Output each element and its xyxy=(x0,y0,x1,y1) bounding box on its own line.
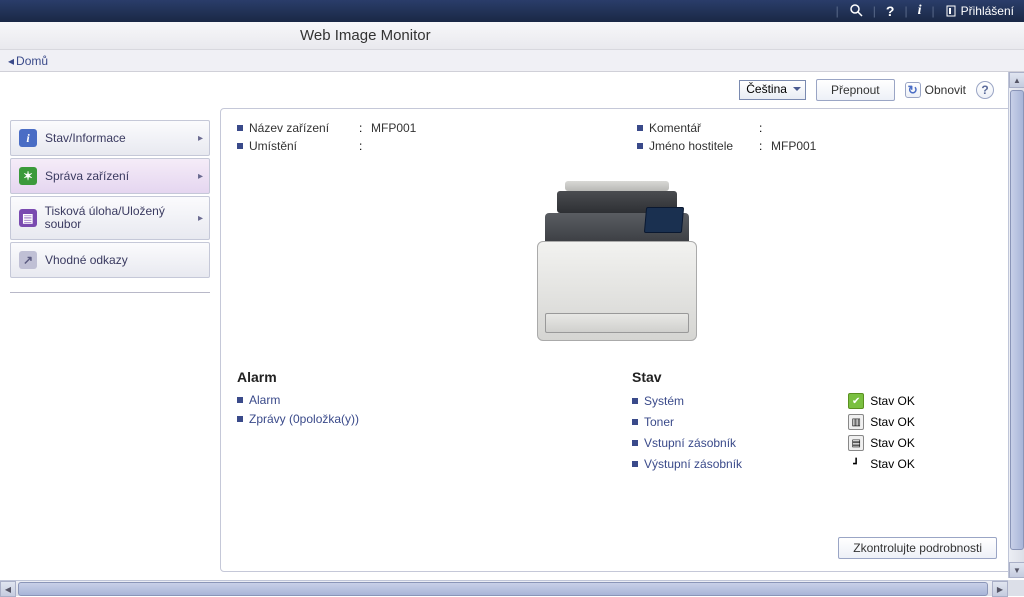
login-label: Přihlášení xyxy=(961,4,1014,18)
device-name-label: Název zařízení xyxy=(249,121,359,135)
output-tray-icon: ┛ xyxy=(848,456,864,472)
gear-icon: ✶ xyxy=(19,167,37,185)
status-ok-icon: ✔ xyxy=(848,393,864,409)
bullet-icon xyxy=(637,125,643,131)
chevron-right-icon: ▸ xyxy=(198,213,203,224)
bullet-icon xyxy=(237,125,243,131)
sidebar-item-links[interactable]: ↗ Vhodné odkazy xyxy=(10,242,210,278)
search-icon[interactable] xyxy=(845,1,867,22)
info-row-location: Umístění : xyxy=(237,139,597,153)
status-system-link[interactable]: Systém xyxy=(644,394,684,408)
comment-label: Komentář xyxy=(649,121,759,135)
scrollbar-thumb[interactable] xyxy=(18,582,988,596)
alarm-link[interactable]: Alarm xyxy=(249,393,280,407)
content-panel: Název zařízení : MFP001 Umístění : Komen… xyxy=(220,108,1014,572)
scrollbar-corner xyxy=(1008,580,1024,596)
scroll-down-icon[interactable]: ▼ xyxy=(1009,562,1024,578)
info-icon: i xyxy=(19,129,37,147)
device-name-value: MFP001 xyxy=(371,121,416,135)
input-tray-icon: ▤ xyxy=(848,435,864,451)
messages-link[interactable]: Zprávy (0položka(y)) xyxy=(249,412,359,426)
info-row-device-name: Název zařízení : MFP001 xyxy=(237,121,597,135)
hostname-value: MFP001 xyxy=(771,139,816,153)
chevron-right-icon: ▸ xyxy=(198,171,203,182)
bullet-icon xyxy=(237,143,243,149)
alarm-section: Alarm Alarm Zprávy (0položka(y)) xyxy=(237,369,602,472)
separator: | xyxy=(932,4,935,18)
bullet-icon xyxy=(632,398,638,404)
bullet-icon xyxy=(632,419,638,425)
bullet-icon xyxy=(637,143,643,149)
info-row-hostname: Jméno hostitele : MFP001 xyxy=(637,139,997,153)
status-input-tray-value: Stav OK xyxy=(870,436,915,450)
switch-button[interactable]: Přepnout xyxy=(816,79,895,101)
language-value: Čeština xyxy=(746,82,787,96)
bullet-icon xyxy=(632,461,638,467)
refresh-label: Obnovit xyxy=(925,83,966,97)
title-bar: Web Image Monitor xyxy=(0,22,1024,50)
sidebar-item-label: Správa zařízení xyxy=(45,169,129,183)
check-details-button[interactable]: Zkontrolujte podrobnosti xyxy=(838,537,997,559)
scroll-up-icon[interactable]: ▲ xyxy=(1009,72,1024,88)
status-toner-value: Stav OK xyxy=(870,415,915,429)
status-output-tray-value: Stav OK xyxy=(870,457,915,471)
breadcrumb-home[interactable]: Domů xyxy=(16,54,48,68)
scrollbar-thumb[interactable] xyxy=(1010,90,1024,550)
info-row-comment: Komentář : xyxy=(637,121,997,135)
chevron-right-icon: ▸ xyxy=(198,133,203,144)
scroll-right-icon[interactable]: ▶ xyxy=(992,581,1008,597)
document-icon: ▤ xyxy=(19,209,37,227)
alarm-link-row: Zprávy (0položka(y)) xyxy=(237,412,602,426)
separator: | xyxy=(873,4,876,18)
alarm-link-row: Alarm xyxy=(237,393,602,407)
link-icon: ↗ xyxy=(19,251,37,269)
status-system-value: Stav OK xyxy=(870,394,915,408)
sidebar-item-device-mgmt[interactable]: ✶ Správa zařízení ▸ xyxy=(10,158,210,194)
sidebar-item-label: Tisková úloha/Uložený soubor xyxy=(45,205,201,231)
status-input-tray-link[interactable]: Vstupní zásobník xyxy=(644,436,736,450)
status-output-tray-link[interactable]: Výstupní zásobník xyxy=(644,457,742,471)
alarm-heading: Alarm xyxy=(237,369,602,385)
divider xyxy=(10,292,210,293)
login-icon xyxy=(945,5,957,17)
scroll-left-icon[interactable]: ◀ xyxy=(0,581,16,597)
app-title: Web Image Monitor xyxy=(300,27,431,44)
sidebar-item-print-job[interactable]: ▤ Tisková úloha/Uložený soubor ▸ xyxy=(10,196,210,240)
toner-icon: ▥ xyxy=(848,414,864,430)
language-select[interactable]: Čeština xyxy=(739,80,806,100)
help-icon[interactable]: ? xyxy=(882,1,899,21)
top-bar: | | ? | i | Přihlášení xyxy=(0,0,1024,22)
chevron-left-icon: ◂ xyxy=(8,54,14,68)
sidebar-item-label: Vhodné odkazy xyxy=(45,253,128,267)
location-label: Umístění xyxy=(249,139,359,153)
login-link[interactable]: Přihlášení xyxy=(941,4,1018,18)
info-icon[interactable]: i xyxy=(914,1,926,21)
separator: | xyxy=(904,4,907,18)
horizontal-scrollbar[interactable]: ◀ ▶ xyxy=(0,580,1008,596)
sidebar-item-label: Stav/Informace xyxy=(45,131,126,145)
hostname-label: Jméno hostitele xyxy=(649,139,759,153)
bullet-icon xyxy=(632,440,638,446)
device-image xyxy=(237,171,997,351)
bullet-icon xyxy=(237,397,243,403)
device-info: Název zařízení : MFP001 Umístění : Komen… xyxy=(237,121,997,157)
status-heading: Stav xyxy=(632,369,997,385)
status-toner-link[interactable]: Toner xyxy=(644,415,674,429)
breadcrumb: ◂ Domů xyxy=(0,50,1024,72)
vertical-scrollbar[interactable]: ▲ ▼ xyxy=(1008,72,1024,578)
toolbar: Čeština Přepnout ↻ Obnovit ? xyxy=(0,72,1024,108)
status-section: Stav Systém ✔ Stav OK Toner ▥ Stav OK Vstu… xyxy=(632,369,997,472)
sidebar: i Stav/Informace ▸ ✶ Správa zařízení ▸ ▤… xyxy=(10,108,210,596)
refresh-icon: ↻ xyxy=(905,82,921,98)
bullet-icon xyxy=(237,416,243,422)
sidebar-item-status[interactable]: i Stav/Informace ▸ xyxy=(10,120,210,156)
help-button[interactable]: ? xyxy=(976,81,994,99)
separator: | xyxy=(836,4,839,18)
refresh-button[interactable]: ↻ Obnovit xyxy=(905,82,966,98)
